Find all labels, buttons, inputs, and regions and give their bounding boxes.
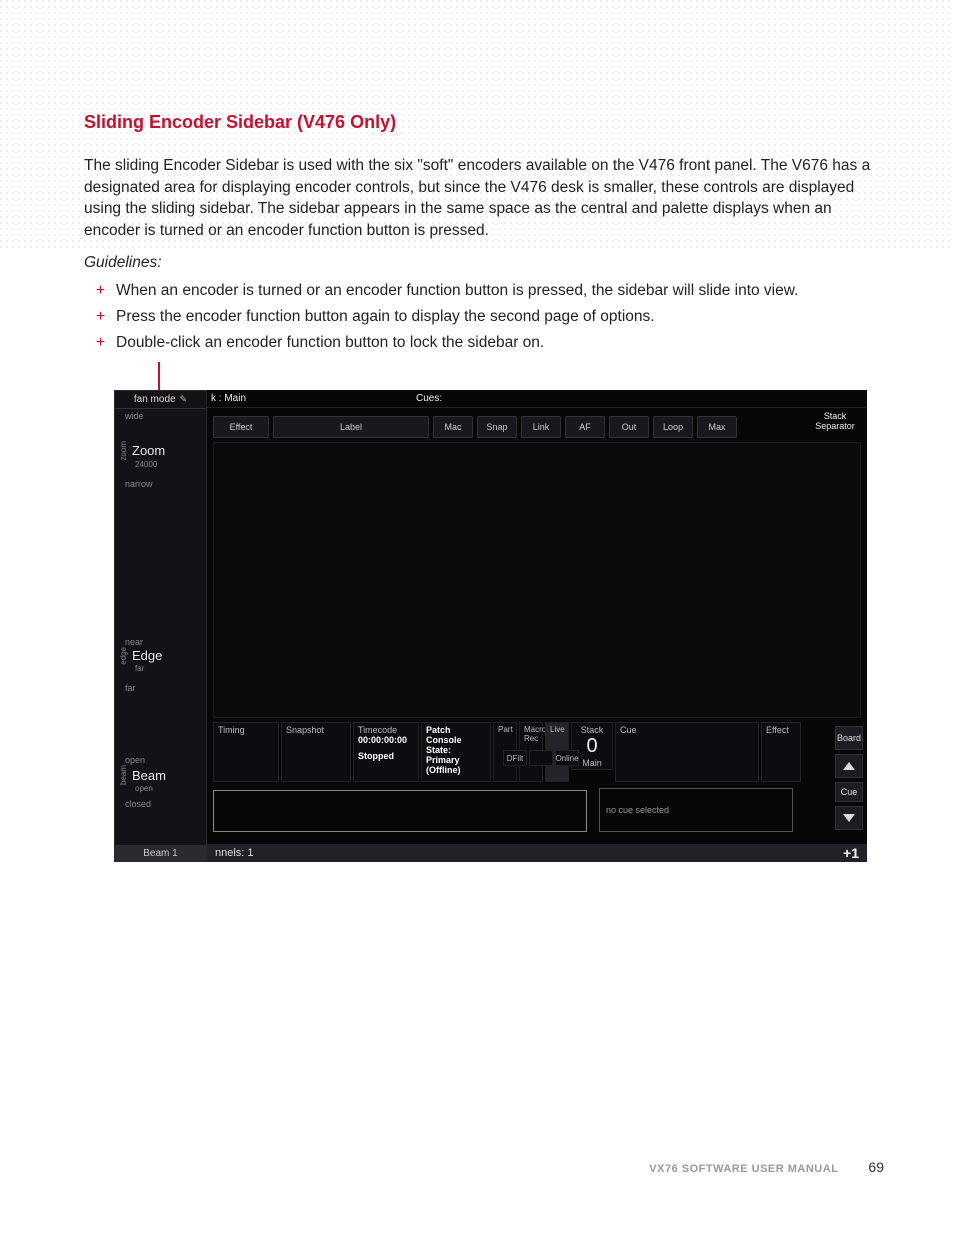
encoder-name: Zoom xyxy=(132,443,165,458)
dfilt-button[interactable]: DFilt xyxy=(503,750,527,766)
list-item: Press the encoder function button again … xyxy=(102,308,884,326)
encoder-name: Edge xyxy=(132,648,162,663)
section-heading: Sliding Encoder Sidebar (V476 Only) xyxy=(84,112,884,133)
triangle-down-icon xyxy=(843,814,855,822)
column-effect[interactable]: Effect xyxy=(213,416,269,438)
encoder-slot-zoom[interactable]: wide zoom Zoom 24000 narrow xyxy=(115,409,206,559)
encoder-bottom-label: narrow xyxy=(119,479,206,489)
column-header-row: Effect Label Mac Snap Link AF Out Loop M… xyxy=(207,416,804,438)
encoder-bottom-label: far xyxy=(119,683,206,693)
manual-title: VX76 SOFTWARE USER MANUAL xyxy=(649,1163,838,1175)
encoder-value: 24000 xyxy=(119,460,206,469)
column-af[interactable]: AF xyxy=(565,416,605,438)
encoder-side-label: beam xyxy=(119,765,128,785)
encoder-top-label: open xyxy=(119,755,206,765)
cue-box[interactable]: Cue xyxy=(615,722,759,782)
channels-label: nnels: 1 xyxy=(215,847,254,859)
pencil-icon: ✎ xyxy=(180,394,188,405)
board-button[interactable]: Board xyxy=(835,726,863,750)
encoder-sidebar-header[interactable]: fan mode ✎ xyxy=(115,391,206,409)
list-item: When an encoder is turned or an encoder … xyxy=(102,282,884,300)
triangle-up-icon xyxy=(843,762,855,770)
encoder-page-button[interactable]: Beam 1 xyxy=(115,845,206,861)
encoder-side-label: edge xyxy=(119,647,128,665)
command-line-input[interactable] xyxy=(213,790,587,832)
console-screenshot: fan mode ✎ wide zoom Zoom 24000 narrow n… xyxy=(114,390,867,862)
bottom-bar: nnels: 1 +1 xyxy=(207,844,867,862)
column-snap[interactable]: Snap xyxy=(477,416,517,438)
snapshot-box[interactable]: Snapshot xyxy=(281,722,351,782)
plus-one-button[interactable]: +1 xyxy=(843,845,859,861)
guidelines-label: Guidelines: xyxy=(84,254,884,272)
encoder-mode-label: fan mode xyxy=(134,394,176,405)
column-out[interactable]: Out xyxy=(609,416,649,438)
encoder-value: open xyxy=(119,784,206,793)
stack-name-label: k : Main xyxy=(211,393,246,404)
column-mac[interactable]: Mac xyxy=(433,416,473,438)
cues-label: Cues: xyxy=(416,393,442,404)
online-button[interactable]: Online xyxy=(555,750,579,766)
page-number: 69 xyxy=(868,1159,884,1175)
console-state-box[interactable]: Patch Console State: Primary (Offline) xyxy=(421,722,491,782)
encoder-name: Beam xyxy=(132,768,166,783)
cue-nav-button[interactable]: Cue xyxy=(835,782,863,802)
column-label[interactable]: Label xyxy=(273,416,429,438)
timecode-box[interactable]: Timecode 00:00:00:00 Stopped xyxy=(353,722,419,782)
guidelines-list: When an encoder is turned or an encoder … xyxy=(84,282,884,352)
encoder-value: far xyxy=(119,664,206,673)
encoder-slot-edge[interactable]: near edge Edge far far xyxy=(115,559,206,711)
column-max[interactable]: Max xyxy=(697,416,737,438)
column-link[interactable]: Link xyxy=(521,416,561,438)
encoder-bottom-label: closed xyxy=(119,799,206,809)
encoder-slot-beam[interactable]: open beam Beam open closed xyxy=(115,711,206,845)
encoder-side-label: zoom xyxy=(119,441,128,461)
up-arrow-button[interactable] xyxy=(835,754,863,778)
cue-status-box: no cue selected xyxy=(599,788,793,832)
down-arrow-button[interactable] xyxy=(835,806,863,830)
blank-button[interactable] xyxy=(529,750,553,766)
console-main: k : Main Cues: Effect Label Mac Snap Lin… xyxy=(207,390,867,862)
list-item: Double-click an encoder function button … xyxy=(102,334,884,352)
column-loop[interactable]: Loop xyxy=(653,416,693,438)
callout-line xyxy=(158,362,160,392)
encoder-top-label: wide xyxy=(119,411,206,421)
effect-box[interactable]: Effect xyxy=(761,722,801,782)
status-mini-row: DFilt Online xyxy=(503,750,579,766)
timing-box[interactable]: Timing xyxy=(213,722,279,782)
intro-paragraph: The sliding Encoder Sidebar is used with… xyxy=(84,155,884,242)
cue-list-area[interactable] xyxy=(213,442,861,718)
stack-separator-button[interactable]: Stack Separator xyxy=(807,412,863,438)
page-footer: VX76 SOFTWARE USER MANUAL 69 xyxy=(0,1159,954,1175)
encoder-sidebar: fan mode ✎ wide zoom Zoom 24000 narrow n… xyxy=(114,390,207,862)
encoder-top-label: near xyxy=(119,637,206,647)
console-top-row: k : Main Cues: xyxy=(207,390,867,408)
